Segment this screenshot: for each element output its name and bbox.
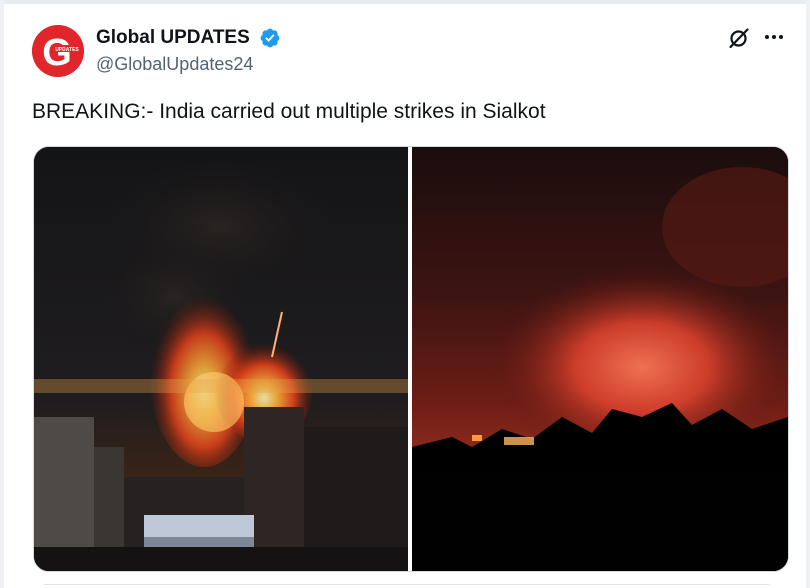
bottom-divider xyxy=(44,584,770,585)
tweet-text: BREAKING:- India carried out multiple st… xyxy=(32,100,546,123)
avatar-small-text: UPDATES xyxy=(55,47,79,53)
more-options-icon[interactable] xyxy=(763,26,785,48)
avatar-letter: G xyxy=(42,32,72,74)
tweet-media-grid xyxy=(33,146,789,572)
frame-left-border xyxy=(0,0,4,588)
photo-right[interactable] xyxy=(412,147,788,571)
grok-icon[interactable] xyxy=(727,26,751,50)
photo-left[interactable] xyxy=(34,147,408,571)
verified-badge-icon xyxy=(260,28,280,48)
frame-right-border xyxy=(806,0,810,588)
author-handle[interactable]: @GlobalUpdates24 xyxy=(96,54,253,75)
avatar[interactable]: G UPDATES xyxy=(32,25,84,77)
avatar-logo-icon: G UPDATES xyxy=(32,25,84,77)
frame-top-border xyxy=(0,0,810,4)
author-display-name[interactable]: Global UPDATES xyxy=(96,27,250,49)
